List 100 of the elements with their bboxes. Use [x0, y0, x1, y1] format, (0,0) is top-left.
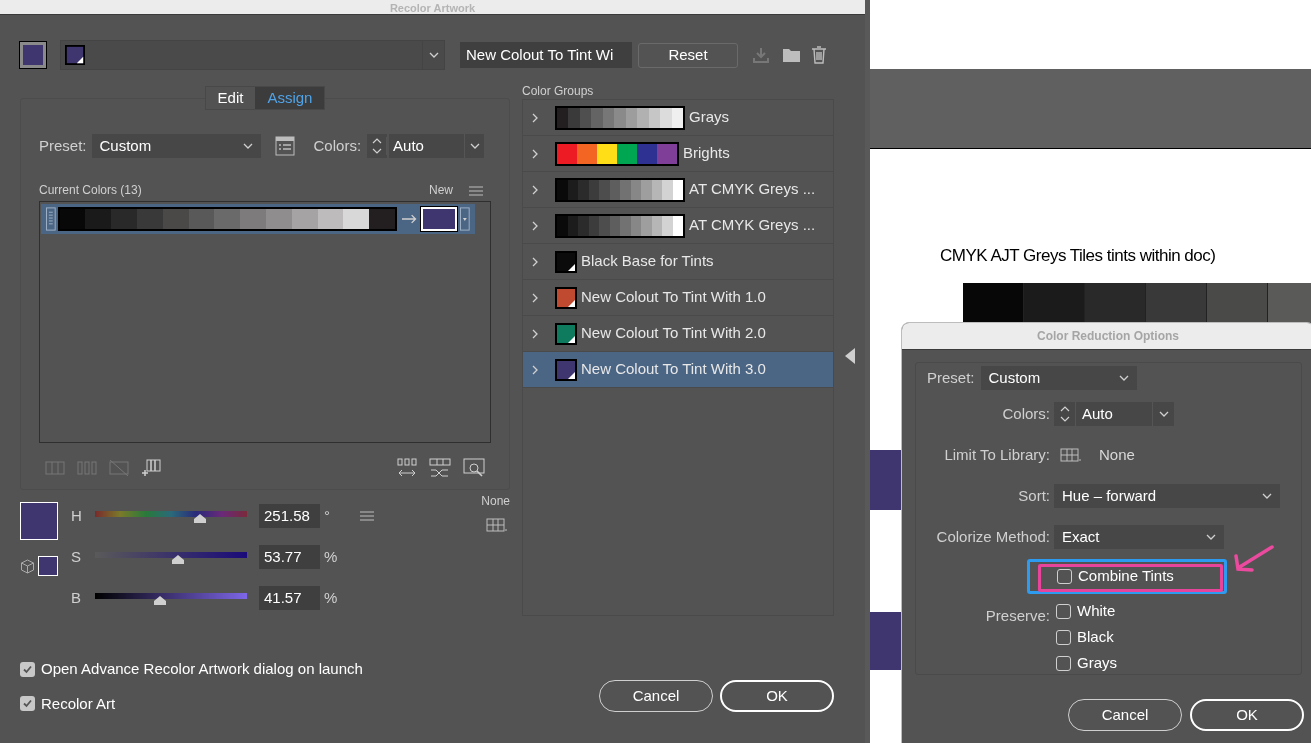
tab[interactable]: Edit	[205, 87, 256, 109]
chevron-right-icon[interactable]	[532, 112, 538, 123]
option-label: White	[1077, 600, 1116, 621]
collapse-arrow-icon[interactable]	[845, 348, 855, 364]
colors-stepper[interactable]: Auto	[1054, 402, 1174, 426]
checkbox[interactable]	[20, 661, 35, 677]
option-dropdown[interactable]: Hue – forward	[1054, 484, 1280, 508]
window-title: Color Reduction Options	[1037, 328, 1179, 345]
tab[interactable]: Assign	[255, 87, 325, 109]
chevron-right-icon[interactable]	[532, 328, 538, 339]
checkbox[interactable]	[1056, 655, 1071, 671]
folder-icon[interactable]	[782, 47, 801, 63]
drag-handle-icon[interactable]	[46, 207, 56, 231]
group-name: Grays	[689, 107, 729, 128]
color-row[interactable]	[41, 204, 475, 234]
checkbox[interactable]	[1056, 629, 1071, 645]
trash-icon[interactable]	[811, 46, 827, 64]
library-icon[interactable]	[1060, 448, 1082, 462]
channel-label: H	[71, 505, 83, 526]
chevron-down-icon	[1206, 534, 1216, 540]
group-name: New Colout To Tint With 1.0	[581, 287, 766, 308]
option-dropdown[interactable]: Exact	[1054, 525, 1224, 549]
separate-colors-icon[interactable]	[77, 461, 97, 475]
check-icon	[22, 663, 33, 675]
slider-thumb[interactable]	[194, 514, 207, 523]
field-label: Preserve:	[984, 606, 1050, 626]
checkbox[interactable]	[1056, 603, 1071, 619]
find-color-icon[interactable]	[463, 458, 485, 478]
color-group-row[interactable]: Black Base for Tints	[523, 244, 833, 280]
ok-button[interactable]: OK	[720, 680, 834, 712]
arrow-right-icon	[402, 214, 418, 224]
chevron-right-icon[interactable]	[532, 184, 538, 195]
slider-thumb[interactable]	[172, 555, 184, 564]
channel-label: B	[71, 587, 82, 608]
option-label: Combine Tints	[1078, 566, 1174, 587]
reset-button[interactable]: Reset	[638, 42, 738, 68]
library-label: None	[481, 493, 510, 510]
color-group-row[interactable]: AT CMYK Greys ...	[523, 172, 833, 208]
stepper-icon[interactable]	[1059, 405, 1070, 423]
chevron-right-icon[interactable]	[532, 148, 538, 159]
annotation-arrow	[1232, 544, 1274, 574]
field-label: Sort:	[1017, 485, 1050, 506]
field-label: Preset:	[927, 367, 975, 388]
chevron-right-icon[interactable]	[532, 364, 538, 375]
value-field[interactable]: 251.58	[259, 504, 320, 528]
field-label: Colorize Method:	[935, 526, 1050, 547]
chevron-down-icon	[242, 143, 253, 149]
new-column-label: New	[429, 182, 453, 199]
value-field[interactable]: 53.77	[259, 545, 320, 569]
color-swatch[interactable]	[20, 42, 46, 68]
field-label: Colors:	[1001, 403, 1050, 424]
chevron-down-icon	[1118, 375, 1129, 381]
new-color-swatch[interactable]	[421, 207, 458, 231]
slider-thumb[interactable]	[153, 596, 166, 605]
new-row-icon[interactable]	[141, 459, 161, 477]
group-name: Brights	[683, 143, 730, 164]
color-group-row[interactable]: Grays	[523, 100, 833, 136]
swap-colors-icon[interactable]	[397, 458, 417, 478]
color-groups-label: Color Groups	[522, 83, 595, 99]
colors-label: Colors:	[313, 135, 362, 156]
field-label: Limit To Library:	[943, 444, 1050, 465]
chevron-down-icon	[1158, 411, 1169, 417]
group-name-field[interactable]: New Colout To Tint Wi	[460, 42, 632, 68]
option-label: Black	[1077, 626, 1114, 647]
group-name: Black Base for Tints	[581, 251, 714, 272]
check-icon	[22, 698, 33, 710]
unit-label: %	[324, 546, 338, 567]
chevron-right-icon[interactable]	[532, 220, 538, 231]
color-group-row[interactable]: New Colout To Tint With 1.0	[523, 280, 833, 316]
list-settings-icon[interactable]	[274, 136, 295, 156]
library-value: None	[1099, 444, 1135, 465]
option-label: Grays	[1077, 652, 1117, 673]
checkbox[interactable]	[1057, 569, 1072, 584]
group-name: AT CMYK Greys ...	[689, 215, 816, 236]
color-group-row[interactable]: AT CMYK Greys ...	[523, 208, 833, 244]
merge-colors-icon[interactable]	[45, 461, 65, 475]
stepper-icon[interactable]	[371, 137, 382, 155]
value-field[interactable]: 41.57	[259, 586, 320, 610]
option-dropdown[interactable]: Custom	[980, 366, 1137, 390]
color-group-row[interactable]: Brights	[523, 136, 833, 172]
chevron-right-icon[interactable]	[532, 292, 538, 303]
chevron-down-icon	[428, 52, 439, 58]
chevron-right-icon[interactable]	[532, 256, 538, 267]
shuffle-colors-icon[interactable]	[429, 458, 451, 478]
ok-button[interactable]: OK	[1190, 699, 1304, 731]
color-group-dropdown[interactable]	[60, 40, 445, 70]
unit-label: °	[324, 505, 330, 526]
document-caption: CMYK AJT Greys Tiles tints within doc)	[940, 245, 1217, 267]
option-label: Open Advance Recolor Artwork dialog on launch	[41, 659, 363, 679]
preset-dropdown[interactable]: Custom	[91, 134, 261, 158]
preset-label: Preset:	[39, 135, 87, 156]
cube-icon[interactable]	[20, 558, 35, 574]
chevron-down-icon	[1262, 493, 1272, 499]
color-swatch	[65, 45, 85, 65]
exclude-colors-icon[interactable]	[109, 460, 129, 476]
color-group-row[interactable]: New Colout To Tint With 3.0	[523, 352, 833, 388]
colors-dropdown[interactable]: Auto	[389, 134, 485, 158]
library-icon[interactable]	[486, 518, 508, 532]
option-label: Recolor Art	[41, 693, 116, 714]
checkbox[interactable]	[20, 696, 35, 712]
